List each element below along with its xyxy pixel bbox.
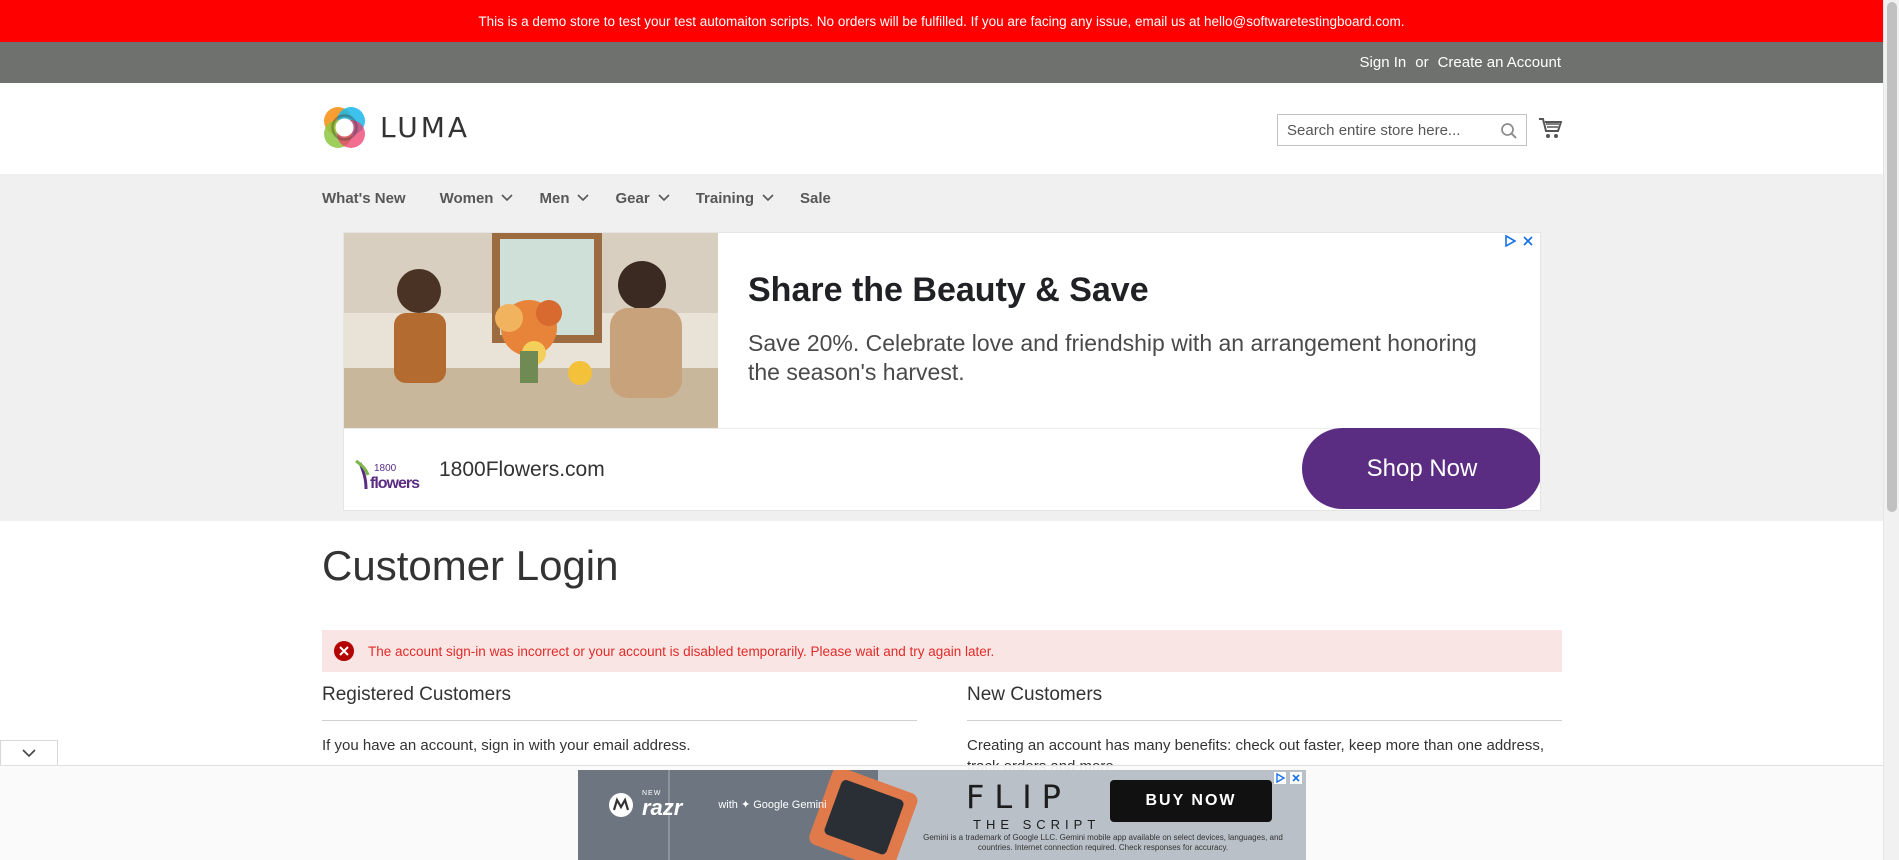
chevron-down-icon [22,748,36,757]
nav-item-training[interactable]: Training [696,190,774,207]
search-icon[interactable] [1500,122,1518,140]
adchoices-icon[interactable] [1274,772,1286,784]
ad-choices[interactable] [1274,772,1302,784]
divider [967,720,1562,721]
razr-brand: NEW razr with ✦ Google Gemini [608,790,827,819]
ad-banner[interactable]: Share the Beauty & Save Save 20%. Celebr… [343,232,1541,511]
scrollbar-thumb[interactable] [1887,2,1897,512]
ad-brand-name: 1800Flowers.com [439,458,605,481]
ad-fine-print: Gemini is a trademark of Google LLC. Gem… [923,833,1283,852]
site-header: LUMA [0,83,1883,174]
search-box [1277,114,1527,146]
ad-choices[interactable] [1504,235,1534,247]
adchoices-icon[interactable] [1504,235,1516,247]
sign-in-link[interactable]: Sign In [1360,54,1407,71]
or-separator: or [1415,54,1429,71]
razr-wordmark: razr [642,795,683,820]
gemini-partner-text: with ✦ Google Gemini [718,799,827,811]
ad-subline: THE SCRIPT [973,817,1101,832]
create-account-link[interactable]: Create an Account [1438,54,1561,71]
error-icon [334,641,354,661]
nav-label: Women [439,189,494,207]
error-message: The account sign-in was incorrect or you… [322,630,1562,672]
main-nav: What's New Women Men Gear Training Sale [322,174,865,222]
nav-label: Sale [800,189,831,207]
nav-label: What's New [322,189,406,207]
luma-logo[interactable]: LUMA [322,105,470,150]
error-text: The account sign-in was incorrect or you… [368,643,995,659]
nav-label: Men [539,189,570,207]
page-title: Customer Login [322,542,619,589]
close-icon[interactable] [1290,772,1302,784]
ad-headline: FLIP [966,778,1071,816]
luma-logo-icon [324,107,365,148]
nav-item-gear[interactable]: Gear [615,189,670,207]
divider [322,720,917,721]
demo-notice-text: This is a demo store to test your test a… [478,13,1405,29]
chevron-down-icon [501,194,514,202]
collapse-ad-button[interactable] [0,740,58,765]
motorola-logo-icon [609,792,633,817]
search-input[interactable] [1278,115,1478,145]
demo-notice-bar: This is a demo store to test your test a… [0,0,1883,42]
shop-now-button[interactable]: Shop Now [1302,428,1540,509]
page-scrollbar[interactable] [1883,0,1899,860]
chevron-down-icon [658,194,670,202]
logo-wordmark: LUMA [380,111,471,144]
chevron-down-icon [762,194,774,202]
flowers-logo-icon: 1800 flowers [355,459,421,492]
nav-item-sale[interactable]: Sale [800,190,831,207]
nav-item-men[interactable]: Men [539,189,590,207]
ad-title: Share the Beauty & Save [748,271,1149,309]
bottom-ad[interactable]: NEW razr with ✦ Google Gemini FLIP THE S… [578,770,1306,860]
nav-item-women[interactable]: Women [440,190,514,207]
ad-photo [344,233,718,428]
account-links: Sign In or Create an Account [1360,42,1561,83]
cart-icon[interactable] [1538,116,1562,140]
buy-now-button[interactable]: BUY NOW [1110,780,1272,822]
registered-customers-title: Registered Customers [322,684,512,705]
account-bar: Sign In or Create an Account [0,42,1883,83]
ad-body: Save 20%. Celebrate love and friendship … [748,330,1477,385]
nav-label: Training [695,189,755,207]
nav-label: Gear [615,189,650,207]
new-customers-title: New Customers [967,684,1103,705]
flowers-logo-top: 1800 [374,463,397,474]
nav-item-whats-new[interactable]: What's New [322,190,406,207]
flowers-logo-bottom: flowers [370,475,420,492]
close-icon[interactable] [1522,235,1534,247]
chevron-down-icon [577,194,590,202]
registered-customers-text: If you have an account, sign in with you… [322,737,691,754]
